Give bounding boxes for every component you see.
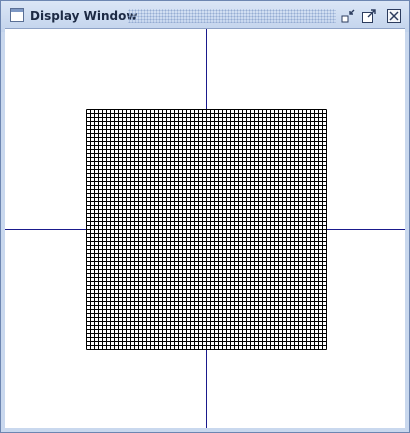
drawing-area[interactable] bbox=[5, 28, 405, 428]
close-icon bbox=[387, 9, 401, 23]
display-window: Display Window bbox=[0, 0, 410, 433]
drawing-canvas[interactable] bbox=[5, 29, 405, 428]
maximize-button[interactable] bbox=[361, 8, 377, 24]
window-title: Display Window bbox=[30, 9, 138, 23]
maximize-icon bbox=[362, 9, 376, 23]
window-app-icon bbox=[10, 8, 24, 22]
title-bar-grip bbox=[128, 9, 336, 23]
minimize-icon bbox=[341, 9, 355, 23]
close-button[interactable] bbox=[386, 8, 402, 24]
minimize-button[interactable] bbox=[341, 8, 357, 24]
